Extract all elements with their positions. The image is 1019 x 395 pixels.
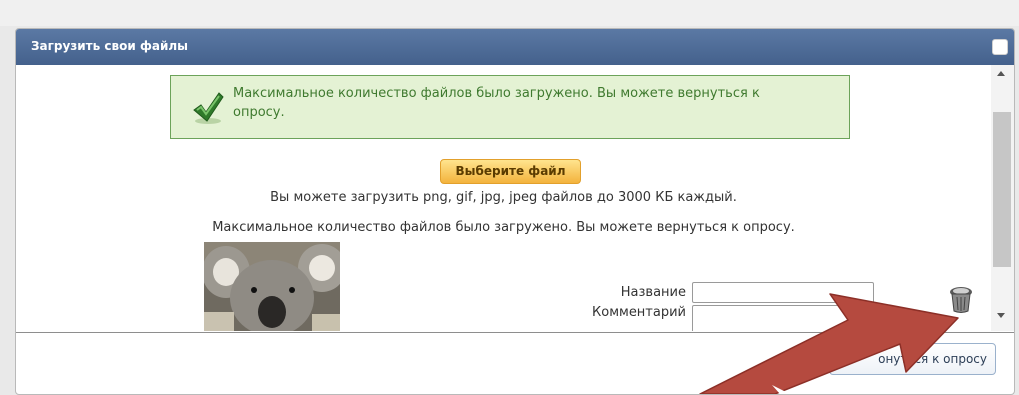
- scroll-up-arrow-icon[interactable]: [997, 71, 1005, 76]
- name-input[interactable]: [692, 282, 874, 303]
- dialog-title: Загрузить свои файлы: [31, 39, 188, 53]
- comment-label: Комментарий: [592, 305, 686, 320]
- scroll-down-arrow-icon[interactable]: [997, 313, 1005, 318]
- choose-file-button[interactable]: Выберите файл: [440, 159, 581, 184]
- name-label: Название: [620, 285, 686, 300]
- return-to-survey-button[interactable]: онуться к опросу: [829, 343, 996, 375]
- dialog-content: Максимальное количество файлов было загр…: [16, 65, 991, 331]
- success-message-box: Максимальное количество файлов было загр…: [170, 75, 850, 139]
- checkmark-icon: [193, 92, 224, 124]
- footer-divider: [16, 332, 1014, 333]
- comment-input[interactable]: [692, 305, 874, 331]
- trash-icon[interactable]: [949, 286, 973, 314]
- upload-dialog: Загрузить свои файлы Максимальное количе…: [15, 28, 1015, 395]
- dialog-titlebar: Загрузить свои файлы: [16, 29, 1014, 65]
- koala-photo: [204, 242, 340, 331]
- max-files-text: Максимальное количество файлов было загр…: [212, 220, 795, 235]
- background-strip: [0, 0, 1019, 26]
- scroll-thumb[interactable]: [993, 112, 1011, 267]
- success-message-text: Максимальное количество файлов было загр…: [233, 86, 760, 120]
- content-scrollbar[interactable]: [991, 65, 1014, 331]
- checkbox-icon[interactable]: [992, 39, 1008, 55]
- upload-info-text: Вы можете загрузить png, gif, jpg, jpeg …: [270, 190, 737, 205]
